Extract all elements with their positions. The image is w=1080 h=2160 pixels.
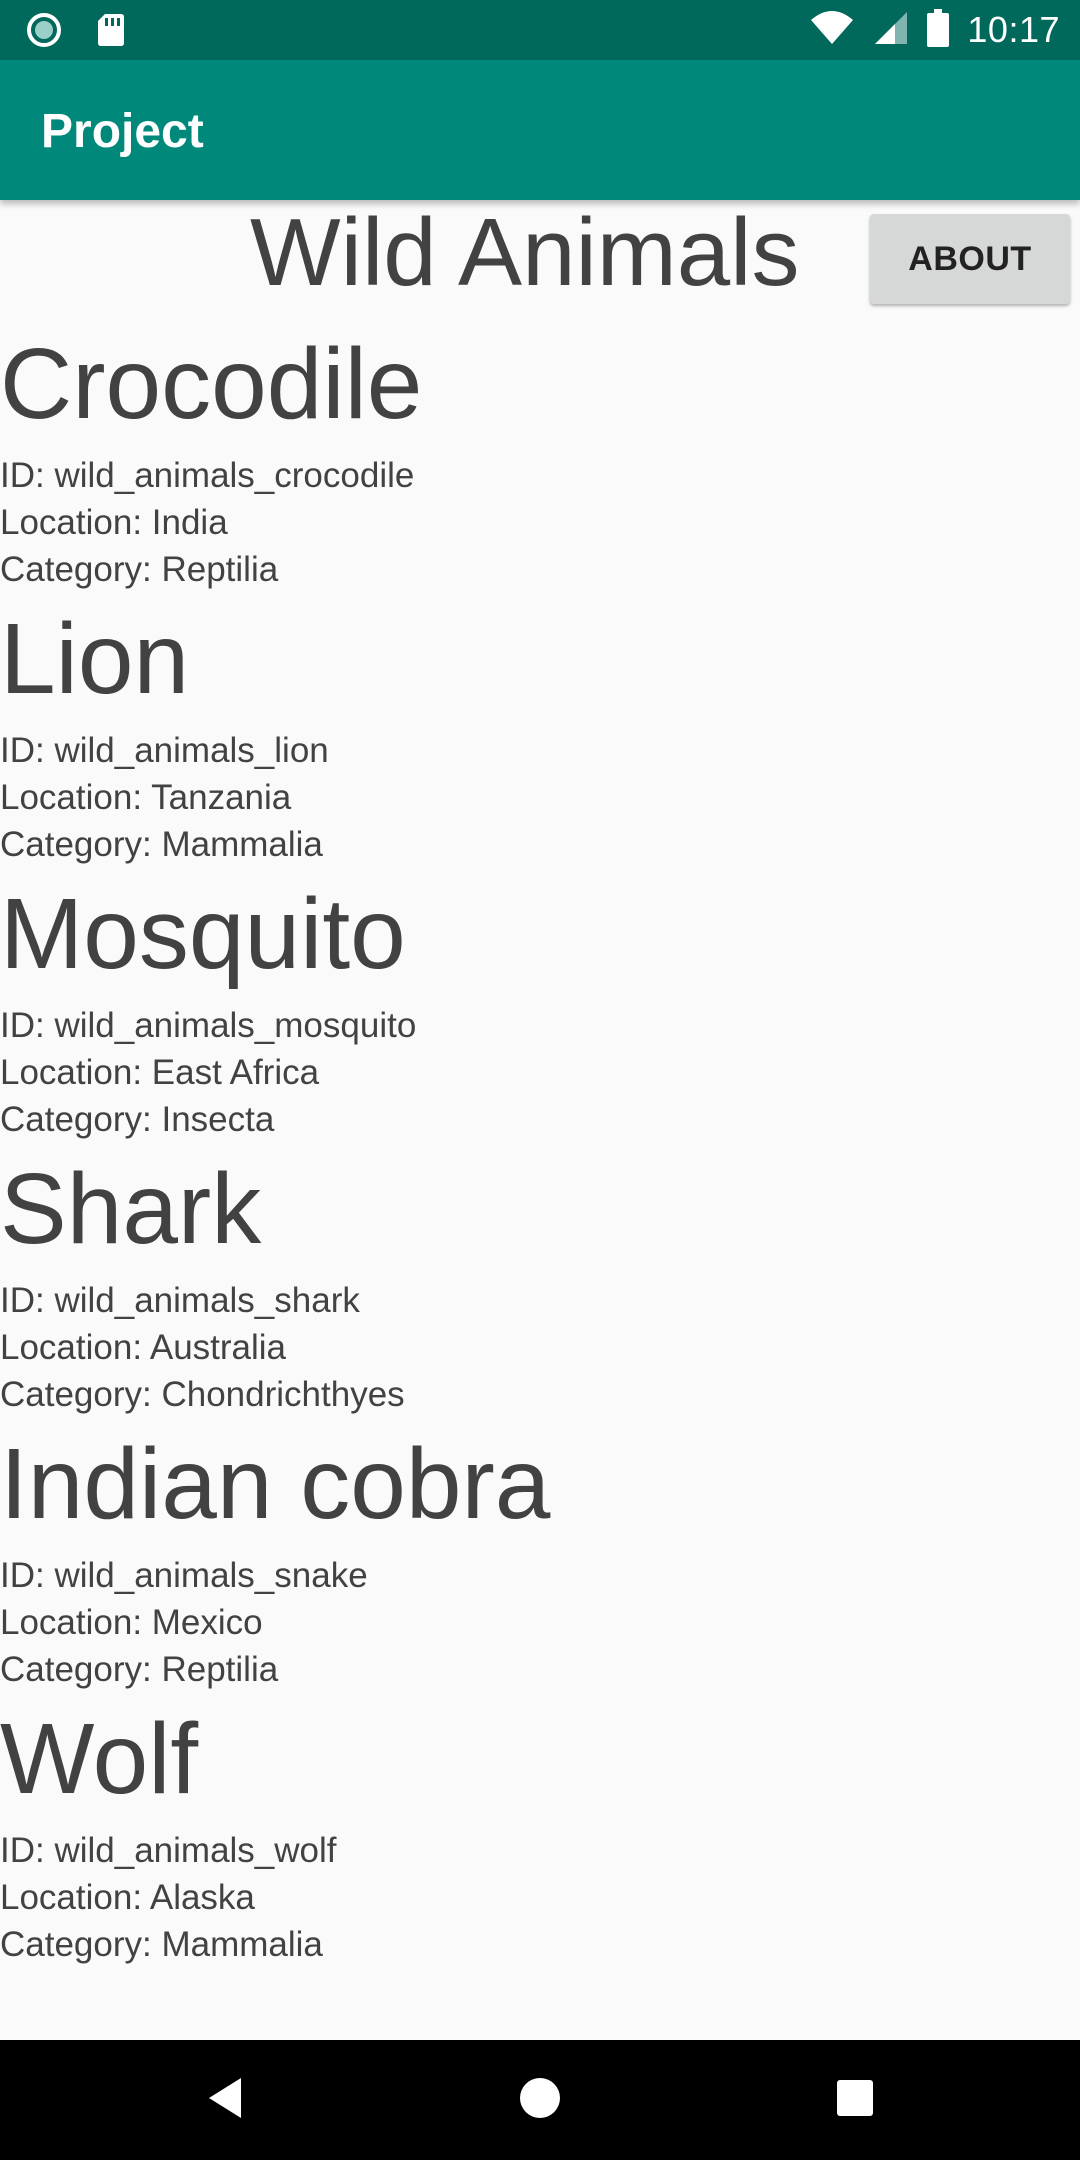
animal-name: Crocodile: [0, 328, 423, 440]
animal-id: ID: wild_animals_mosquito: [0, 1006, 417, 1045]
animal-id: ID: wild_animals_crocodile: [0, 456, 415, 495]
status-right-icons: 10:17: [809, 8, 1060, 52]
animal-location: Location: Alaska: [0, 1878, 255, 1917]
recents-button[interactable]: [825, 2070, 885, 2130]
animal-id: ID: wild_animals_snake: [0, 1556, 368, 1595]
animal-id: ID: wild_animals_shark: [0, 1281, 360, 1320]
animal-item: Mosquito ID: wild_animals_mosquito Locat…: [0, 880, 1080, 1155]
animal-id: ID: wild_animals_wolf: [0, 1831, 337, 1870]
animal-category: Category: Chondrichthyes: [0, 1375, 405, 1414]
animal-category: Category: Insecta: [0, 1100, 275, 1139]
home-button[interactable]: [510, 2070, 570, 2130]
main-content: Wild Animals ABOUT Crocodile ID: wild_an…: [0, 200, 1080, 2040]
status-bar: 10:17: [0, 0, 1080, 60]
recents-icon: [835, 2078, 875, 2123]
animal-location: Location: Australia: [0, 1328, 287, 1367]
about-button[interactable]: ABOUT: [870, 214, 1070, 304]
animal-location: Location: Tanzania: [0, 778, 292, 817]
animal-item: Crocodile ID: wild_animals_crocodile Loc…: [0, 330, 1080, 605]
animal-category: Category: Mammalia: [0, 825, 323, 864]
animal-category: Category: Reptilia: [0, 1650, 279, 1689]
signal-icon: [873, 10, 909, 51]
home-icon: [518, 2076, 562, 2125]
page-header: Wild Animals ABOUT: [0, 200, 1080, 336]
animal-name: Indian cobra: [0, 1428, 551, 1540]
status-time: 10:17: [967, 9, 1060, 50]
animal-name: Mosquito: [0, 878, 406, 990]
status-left-icons: [26, 12, 126, 53]
animal-location: Location: East Africa: [0, 1053, 320, 1092]
animal-location: Location: India: [0, 503, 228, 542]
record-icon: [26, 12, 62, 53]
animal-item: Wolf ID: wild_animals_wolf Location: Ala…: [0, 1705, 1080, 1980]
animal-name: Wolf: [0, 1703, 199, 1815]
app-title: Project: [41, 105, 204, 158]
page-title: Wild Animals: [250, 199, 800, 306]
battery-icon: [927, 8, 950, 52]
animal-list: Crocodile ID: wild_animals_crocodile Loc…: [0, 330, 1080, 1980]
animal-category: Category: Reptilia: [0, 550, 279, 589]
animal-id: ID: wild_animals_lion: [0, 731, 329, 770]
animal-name: Lion: [0, 603, 190, 715]
animal-item: Indian cobra ID: wild_animals_snake Loca…: [0, 1430, 1080, 1705]
animal-location: Location: Mexico: [0, 1603, 263, 1642]
navigation-bar: [0, 2040, 1080, 2160]
wifi-icon: [809, 10, 855, 51]
animal-category: Category: Mammalia: [0, 1925, 323, 1964]
animal-item: Lion ID: wild_animals_lion Location: Tan…: [0, 605, 1080, 880]
back-icon: [205, 2076, 245, 2125]
animal-name: Shark: [0, 1153, 262, 1265]
app-bar: Project: [0, 60, 1080, 200]
animal-item: Shark ID: wild_animals_shark Location: A…: [0, 1155, 1080, 1430]
back-button[interactable]: [195, 2070, 255, 2130]
sd-card-icon: [96, 12, 126, 53]
